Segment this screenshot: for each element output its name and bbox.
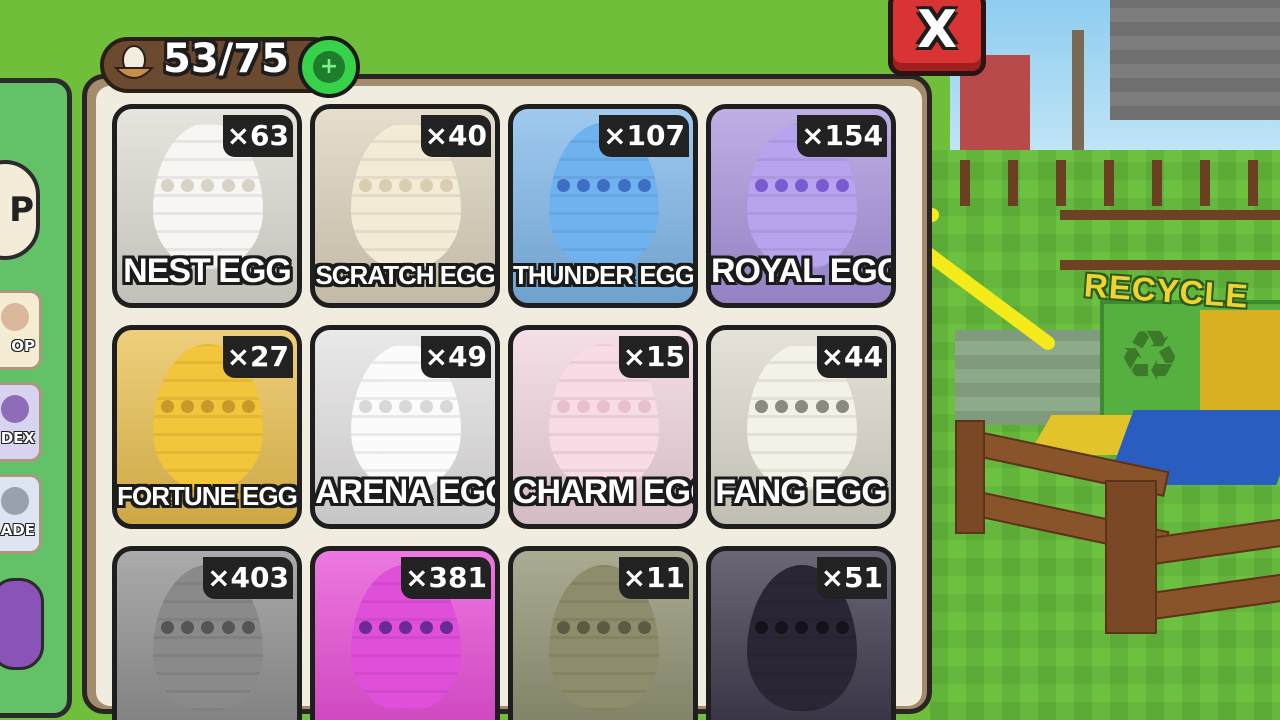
trade-icon [1,487,29,515]
egg-card[interactable]: ×27 FORTUNE EGG [112,325,302,529]
side-button-index[interactable]: DEX [0,382,42,462]
egg-count-badge: ×107 [599,115,689,157]
egg-name-label: ARENA EGG [315,473,500,511]
egg-name-label: FORTUNE EGG [117,481,297,511]
egg-card[interactable]: ×44 FANG EGG [706,325,896,529]
egg-card[interactable]: ×381 [310,546,500,720]
egg-card[interactable]: ×15 CHARM EGG [508,325,698,529]
egg-count-badge: ×44 [816,336,887,378]
side-bubble-letter: P [9,190,34,230]
nest-egg-icon [113,45,155,79]
egg-count-badge: ×381 [401,557,491,599]
side-button-label: OP [11,337,35,355]
egg-card[interactable]: ×40 SCRATCH EGG [310,104,500,308]
egg-card[interactable]: ×107 THUNDER EGG [508,104,698,308]
side-button-trade[interactable]: ADE [0,474,42,554]
egg-card[interactable]: ×154 ROYAL EGG [706,104,896,308]
fence-rail [1060,210,1280,270]
egg-name-label: CHARM EGG [513,473,698,511]
egg-count-badge: ×154 [797,115,887,157]
egg-name-label: FANG EGG [715,473,887,511]
close-icon: X [916,0,958,60]
side-button-shop[interactable]: OP [0,290,42,370]
egg-count-badge: ×63 [222,115,293,157]
egg-count-badge: ×11 [618,557,689,599]
egg-card[interactable]: ×11 [508,546,698,720]
egg-capacity-text: 53/75 [163,36,289,82]
egg-count-badge: ×49 [420,336,491,378]
side-button-label: DEX [0,429,35,447]
stone-building [1110,0,1280,120]
egg-count-badge: ×40 [420,115,491,157]
index-icon [1,395,29,423]
side-pet-button[interactable] [0,578,44,670]
plus-icon: + [319,54,339,79]
egg-name-label: THUNDER EGG [513,260,695,290]
front-fence [955,420,1280,640]
egg-count-badge: ×403 [203,557,293,599]
egg-grid: ×63 NEST EGG ×40 SCRATCH EGG ×107 THUNDER EGG… [112,104,902,720]
shop-icon [1,303,29,331]
close-button[interactable]: X [888,0,986,76]
egg-count-badge: ×27 [222,336,293,378]
egg-name-label: SCRATCH EGG [315,260,495,290]
egg-name-label: ROYAL EGG [711,252,896,290]
egg-card[interactable]: ×49 ARENA EGG [310,325,500,529]
egg-count-badge: ×15 [618,336,689,378]
egg-card[interactable]: ×51 [706,546,896,720]
back-fence [960,160,1280,206]
egg-name-label: NEST EGG [123,252,292,290]
egg-card[interactable]: ×63 NEST EGG [112,104,302,308]
side-button-label: ADE [0,521,35,539]
wooden-pole [1072,30,1084,165]
recycle-bin-side [1200,310,1280,420]
add-capacity-button[interactable]: + [298,36,360,98]
recycle-icon: ♻ [1118,315,1181,397]
egg-card[interactable]: ×403 [112,546,302,720]
egg-count-badge: ×51 [816,557,887,599]
